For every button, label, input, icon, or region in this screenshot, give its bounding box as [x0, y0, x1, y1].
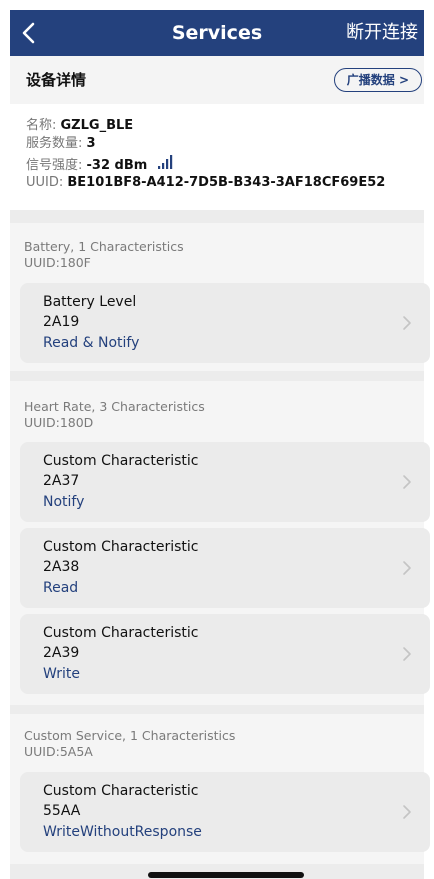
characteristic-properties: Read & Notify [43, 335, 140, 351]
signal-strength-value: -32 dBm [86, 158, 148, 173]
service-section-custom: Custom Service, 1 Characteristics UUID:5… [10, 714, 430, 864]
characteristic-card[interactable]: Custom Characteristic 2A39 Write [20, 614, 430, 694]
device-uuid-label: UUID: [26, 175, 68, 190]
signal-strength-label: 信号强度: [26, 158, 87, 173]
characteristic-properties: WriteWithoutResponse [43, 824, 202, 840]
service-title: Heart Rate, 3 Characteristics [24, 399, 205, 414]
service-title: Battery, 1 Characteristics [24, 239, 184, 254]
service-uuid: UUID:180D [24, 415, 94, 430]
device-name-value: GZLG_BLE [60, 118, 134, 133]
service-uuid: UUID:180F [24, 255, 91, 270]
service-count-value: 3 [86, 136, 96, 151]
service-count-label: 服务数量: [26, 136, 87, 151]
device-uuid-value: BE101BF8-A412-7D5B-B343-3AF18CF69E52 [67, 175, 386, 190]
characteristic-uuid: 55AA [43, 803, 81, 819]
section-divider [10, 705, 424, 714]
home-indicator[interactable] [148, 872, 304, 878]
chevron-right-icon [403, 316, 411, 330]
service-title: Custom Service, 1 Characteristics [24, 728, 236, 743]
advertisement-data-button[interactable]: 广播数据 > [333, 68, 422, 92]
characteristic-card[interactable]: Custom Characteristic 55AA WriteWithoutR… [20, 772, 430, 852]
service-count-row: 服务数量: 3 [26, 136, 96, 152]
chevron-left-icon [22, 22, 35, 44]
chevron-right-icon [403, 647, 411, 661]
characteristic-card[interactable]: Custom Characteristic 2A38 Read [20, 528, 430, 608]
service-section-battery: Battery, 1 Characteristics UUID:180F Bat… [10, 223, 430, 371]
chevron-right-icon [403, 475, 411, 489]
characteristic-name: Battery Level [43, 294, 137, 310]
characteristic-name: Custom Characteristic [43, 783, 199, 799]
characteristic-card[interactable]: Battery Level 2A19 Read & Notify [20, 283, 430, 363]
section-divider [10, 371, 424, 381]
disconnect-button[interactable]: 断开连接 [346, 10, 418, 56]
nav-bar: Services 断开连接 [10, 10, 424, 56]
device-uuid-row: UUID: BE101BF8-A412-7D5B-B343-3AF18CF69E… [26, 175, 385, 191]
characteristic-card[interactable]: Custom Characteristic 2A37 Notify [20, 442, 430, 522]
device-name-row: 名称: GZLG_BLE [26, 118, 133, 134]
device-info-panel: 名称: GZLG_BLE 服务数量: 3 信号强度: -32 dBm UUID:… [10, 104, 424, 210]
signal-bars-icon [158, 155, 173, 169]
back-button[interactable] [16, 19, 44, 47]
characteristic-properties: Read [43, 580, 79, 596]
characteristic-name: Custom Characteristic [43, 453, 199, 469]
section-divider [10, 210, 424, 223]
device-details-title: 设备详情 [26, 71, 87, 89]
characteristic-properties: Notify [43, 494, 85, 510]
characteristic-uuid: 2A38 [43, 559, 80, 575]
characteristic-name: Custom Characteristic [43, 539, 199, 555]
signal-strength-row: 信号强度: -32 dBm [26, 154, 173, 174]
characteristic-uuid: 2A37 [43, 473, 80, 489]
characteristic-uuid: 2A39 [43, 645, 80, 661]
characteristic-name: Custom Characteristic [43, 625, 199, 641]
characteristic-properties: Write [43, 666, 80, 682]
service-uuid: UUID:5A5A [24, 744, 93, 759]
chevron-right-icon [403, 805, 411, 819]
device-name-label: 名称: [26, 118, 61, 133]
service-section-heart-rate: Heart Rate, 3 Characteristics UUID:180D … [10, 381, 430, 705]
chevron-right-icon [403, 561, 411, 575]
device-details-header: 设备详情 广播数据 > [10, 56, 424, 104]
characteristic-uuid: 2A19 [43, 314, 80, 330]
